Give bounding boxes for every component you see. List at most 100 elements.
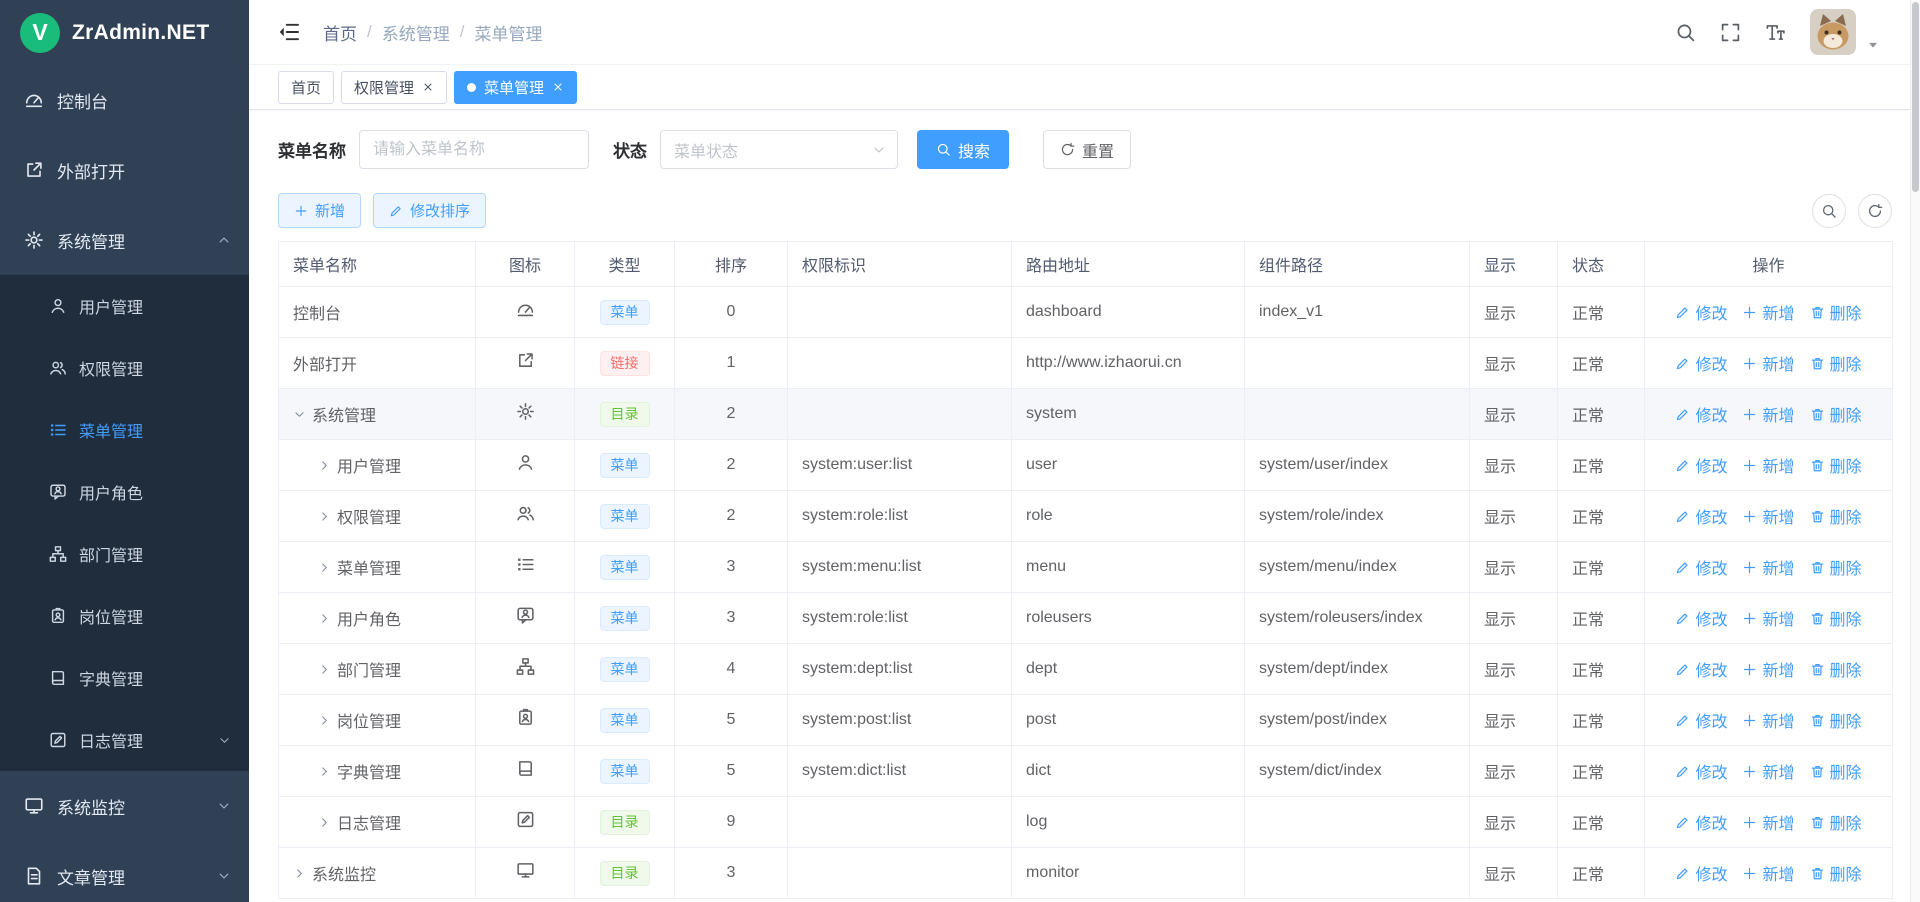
add-action[interactable]: 新增: [1742, 657, 1794, 681]
delete-action[interactable]: 删除: [1810, 555, 1862, 579]
sidebar-subitem-2[interactable]: 菜单管理: [0, 399, 249, 461]
expand-arrow-icon[interactable]: [318, 663, 331, 676]
add-action[interactable]: 新增: [1742, 504, 1794, 528]
breadcrumb-item[interactable]: 系统管理: [382, 20, 450, 45]
table-row[interactable]: 控制台菜单0dashboardindex_v1显示正常修改新增删除: [279, 287, 1893, 338]
order-cell: 1: [675, 338, 788, 389]
expand-arrow-icon[interactable]: [318, 816, 331, 829]
menu-name-cell: 权限管理: [279, 491, 476, 542]
add-action[interactable]: 新增: [1742, 810, 1794, 834]
refresh-table-button[interactable]: [1858, 194, 1892, 228]
sidebar-item-2[interactable]: 系统管理: [0, 205, 249, 275]
scrollbar-thumb[interactable]: [1912, 2, 1919, 192]
tab-2[interactable]: 菜单管理: [454, 71, 577, 104]
close-icon[interactable]: [552, 81, 564, 93]
edit-action[interactable]: 修改: [1675, 555, 1727, 579]
sidebar-subitem-7[interactable]: 日志管理: [0, 709, 249, 771]
expand-arrow-icon[interactable]: [293, 408, 306, 421]
table-row[interactable]: 用户角色菜单3system:role:listroleuserssystem/r…: [279, 593, 1893, 644]
sidebar-item-1[interactable]: 外部打开: [0, 135, 249, 205]
delete-action[interactable]: 删除: [1810, 402, 1862, 426]
edit-action[interactable]: 修改: [1675, 300, 1727, 324]
breadcrumb-item[interactable]: 首页: [323, 20, 357, 45]
sidebar-item-3[interactable]: 系统监控: [0, 771, 249, 841]
sidebar-item-4[interactable]: 文章管理: [0, 841, 249, 902]
add-action[interactable]: 新增: [1742, 453, 1794, 477]
add-action[interactable]: 新增: [1742, 861, 1794, 885]
toggle-search-button[interactable]: [1812, 194, 1846, 228]
delete-action[interactable]: 删除: [1810, 453, 1862, 477]
edit-action[interactable]: 修改: [1675, 810, 1727, 834]
edit-action[interactable]: 修改: [1675, 351, 1727, 375]
delete-action[interactable]: 删除: [1810, 657, 1862, 681]
sidebar-subitem-1[interactable]: 权限管理: [0, 337, 249, 399]
edit-action[interactable]: 修改: [1675, 606, 1727, 630]
sidebar-subitem-0[interactable]: 用户管理: [0, 275, 249, 337]
delete-action[interactable]: 删除: [1810, 810, 1862, 834]
sidebar-subitem-label: 权限管理: [79, 356, 143, 380]
table-row[interactable]: 用户管理菜单2system:user:listusersystem/user/i…: [279, 440, 1893, 491]
add-action[interactable]: 新增: [1742, 300, 1794, 324]
table-row[interactable]: 外部打开链接1http://www.izhaorui.cn显示正常修改新增删除: [279, 338, 1893, 389]
table-row[interactable]: 系统监控目录3monitor显示正常修改新增删除: [279, 848, 1893, 899]
tab-0[interactable]: 首页: [278, 71, 334, 104]
edit-action[interactable]: 修改: [1675, 453, 1727, 477]
sidebar-subitem-6[interactable]: 字典管理: [0, 647, 249, 709]
table-row[interactable]: 系统管理目录2system显示正常修改新增删除: [279, 389, 1893, 440]
edit-action[interactable]: 修改: [1675, 861, 1727, 885]
table-row[interactable]: 权限管理菜单2system:role:listrolesystem/role/i…: [279, 491, 1893, 542]
expand-arrow-icon[interactable]: [318, 765, 331, 778]
expand-arrow-icon[interactable]: [318, 612, 331, 625]
delete-action[interactable]: 删除: [1810, 300, 1862, 324]
order-cell: 9: [675, 797, 788, 848]
edit-action[interactable]: 修改: [1675, 402, 1727, 426]
delete-action[interactable]: 删除: [1810, 861, 1862, 885]
delete-action[interactable]: 删除: [1810, 606, 1862, 630]
breadcrumb-item[interactable]: 菜单管理: [474, 20, 542, 45]
expand-arrow-icon[interactable]: [293, 867, 306, 880]
add-action[interactable]: 新增: [1742, 606, 1794, 630]
status-select[interactable]: 菜单状态: [660, 130, 898, 169]
app-logo[interactable]: V ZrAdmin.NET: [0, 0, 249, 65]
sidebar-item-0[interactable]: 控制台: [0, 65, 249, 135]
menu-name-input[interactable]: [359, 130, 589, 169]
add-action[interactable]: 新增: [1742, 351, 1794, 375]
font-size-icon[interactable]: [1765, 22, 1786, 43]
expand-arrow-icon[interactable]: [318, 561, 331, 574]
tab-1[interactable]: 权限管理: [341, 71, 447, 104]
sidebar-subitem-4[interactable]: 部门管理: [0, 523, 249, 585]
add-action[interactable]: 新增: [1742, 759, 1794, 783]
sort-button[interactable]: 修改排序: [373, 193, 486, 228]
table-row[interactable]: 菜单管理菜单3system:menu:listmenusystem/menu/i…: [279, 542, 1893, 593]
caret-down-icon[interactable]: [1866, 38, 1880, 52]
sidebar-subitem-5[interactable]: 岗位管理: [0, 585, 249, 647]
add-action[interactable]: 新增: [1742, 402, 1794, 426]
add-button[interactable]: 新增: [278, 193, 361, 228]
page-scrollbar[interactable]: [1910, 0, 1920, 902]
user-avatar[interactable]: [1810, 9, 1856, 55]
add-action[interactable]: 新增: [1742, 708, 1794, 732]
edit-action[interactable]: 修改: [1675, 759, 1727, 783]
table-row[interactable]: 部门管理菜单4system:dept:listdeptsystem/dept/i…: [279, 644, 1893, 695]
table-row[interactable]: 字典管理菜单5system:dict:listdictsystem/dict/i…: [279, 746, 1893, 797]
expand-arrow-icon[interactable]: [318, 714, 331, 727]
delete-action[interactable]: 删除: [1810, 351, 1862, 375]
sidebar-subitem-3[interactable]: 用户角色: [0, 461, 249, 523]
delete-action[interactable]: 删除: [1810, 708, 1862, 732]
table-row[interactable]: 岗位管理菜单5system:post:listpostsystem/post/i…: [279, 695, 1893, 746]
expand-arrow-icon[interactable]: [318, 459, 331, 472]
search-button[interactable]: 搜索: [917, 130, 1009, 169]
search-icon[interactable]: [1675, 22, 1696, 43]
delete-action[interactable]: 删除: [1810, 759, 1862, 783]
edit-action[interactable]: 修改: [1675, 708, 1727, 732]
delete-action[interactable]: 删除: [1810, 504, 1862, 528]
add-action[interactable]: 新增: [1742, 555, 1794, 579]
fullscreen-icon[interactable]: [1720, 22, 1741, 43]
edit-action[interactable]: 修改: [1675, 657, 1727, 681]
edit-action[interactable]: 修改: [1675, 504, 1727, 528]
close-icon[interactable]: [422, 81, 434, 93]
expand-arrow-icon[interactable]: [318, 510, 331, 523]
reset-button[interactable]: 重置: [1043, 130, 1131, 169]
table-row[interactable]: 日志管理目录9log显示正常修改新增删除: [279, 797, 1893, 848]
hamburger-icon[interactable]: [277, 20, 301, 44]
